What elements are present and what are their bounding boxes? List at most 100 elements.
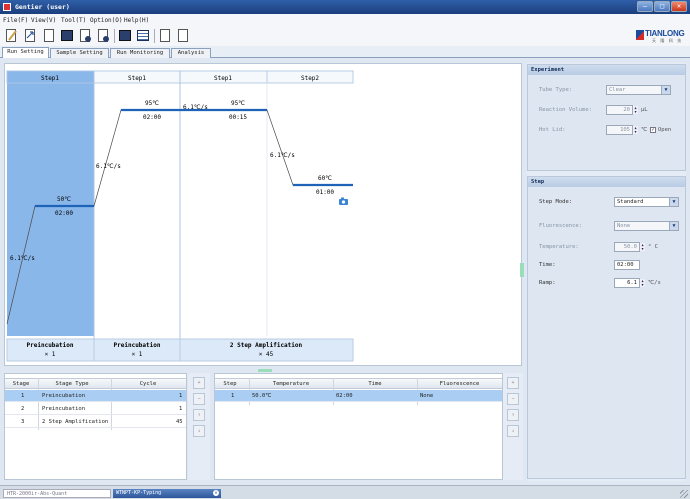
- menu-view[interactable]: View(V): [31, 17, 56, 24]
- ramp-input[interactable]: 6.1 ▲ ▼: [614, 278, 645, 288]
- new-file-button[interactable]: [4, 28, 18, 43]
- step-time-label: 02:00: [143, 114, 161, 121]
- fluorescence-label: Fluorescence:: [539, 223, 583, 229]
- move-step-up-button[interactable]: ↑: [507, 409, 519, 421]
- tab-run-setting[interactable]: Run Setting: [2, 47, 49, 58]
- move-stage-down-button[interactable]: ↓: [193, 425, 205, 437]
- report-icon: [160, 29, 170, 42]
- column-temperature[interactable]: Temperature: [249, 381, 333, 387]
- step-mode-value: Standard: [617, 199, 644, 205]
- hot-lid-input[interactable]: 105 ▲ ▼: [606, 125, 638, 135]
- cell-stage-type: Preincubation: [42, 406, 86, 412]
- table-row[interactable]: 2 Preincubation 1: [5, 403, 186, 415]
- tab-analysis[interactable]: Analysis: [171, 48, 211, 58]
- import-button[interactable]: [96, 28, 110, 43]
- brand-logo: TIANLONG 天 隆 科 技: [636, 27, 688, 45]
- column-time[interactable]: Time: [333, 381, 417, 387]
- step-temp-label: 95℃: [145, 100, 159, 107]
- toolbar: [0, 26, 690, 46]
- menu-file[interactable]: File(F): [3, 17, 28, 24]
- stage-cycles: × 1: [45, 351, 56, 358]
- temperature-input[interactable]: 50.0 ▲ ▼: [614, 242, 645, 252]
- spinner-icon[interactable]: ▲ ▼: [633, 126, 638, 134]
- fluorescence-select[interactable]: None ▼: [614, 221, 679, 231]
- spinner-icon[interactable]: ▲ ▼: [633, 106, 638, 114]
- save-as-button[interactable]: [42, 28, 56, 43]
- cell-temperature: 50.0℃: [252, 393, 272, 399]
- menu-tool[interactable]: Tool(T): [61, 17, 86, 24]
- cell-stage-type: 2 Step Amplification: [42, 419, 109, 425]
- hot-lid-unit: ℃: [641, 127, 648, 133]
- experiment-title: Experiment: [528, 65, 685, 75]
- table-row[interactable]: 3 2 Step Amplification 45: [5, 416, 186, 428]
- spinner-icon[interactable]: ▲ ▼: [640, 279, 645, 287]
- close-button[interactable]: ✕: [671, 1, 687, 12]
- table-row[interactable]: 1 Preincubation 1: [5, 390, 186, 402]
- open-checkbox[interactable]: ✓: [650, 127, 656, 133]
- add-step-button[interactable]: +: [507, 377, 519, 389]
- step-table-buttons: + − ↑ ↓: [503, 373, 523, 480]
- save-button[interactable]: [60, 28, 74, 43]
- horizontal-splitter[interactable]: [258, 369, 272, 372]
- time-input[interactable]: 02:00: [614, 260, 640, 270]
- add-stage-button[interactable]: +: [193, 377, 205, 389]
- menu-option[interactable]: Option(O): [90, 17, 123, 24]
- move-step-down-button[interactable]: ↓: [507, 425, 519, 437]
- experiment-section: Experiment Tube Type: Clear ▼ Reaction V…: [527, 64, 686, 171]
- stage-name: 2 Step Amplification: [230, 342, 303, 349]
- tab-sample-setting[interactable]: Sample Setting: [50, 48, 109, 58]
- table-row[interactable]: 1 50.0℃ 02:00 None: [215, 390, 502, 402]
- reaction-volume-unit: μL: [641, 107, 648, 113]
- column-cycle[interactable]: Cycle: [111, 381, 185, 387]
- plate-view-button[interactable]: [118, 28, 132, 43]
- column-step[interactable]: Step: [217, 381, 243, 387]
- column-fluorescence[interactable]: Fluorescence: [417, 381, 502, 387]
- resize-grip[interactable]: [680, 490, 688, 498]
- reaction-volume-label: Reaction Volume:: [539, 107, 592, 113]
- protocol-diagram: Step1 Step1 Step1 Step2 50℃ 02:00 6.1℃/s…: [6, 70, 354, 362]
- spinner-icon[interactable]: ▲ ▼: [640, 243, 645, 251]
- experiment-tab-typing[interactable]: WTNPT-KP-Typing ✕: [113, 489, 221, 498]
- camera-icon[interactable]: [339, 197, 348, 206]
- tube-type-value: Clear: [609, 87, 626, 93]
- logo-text: TIANLONG: [645, 29, 685, 38]
- ramp-label: Ramp:: [539, 280, 556, 286]
- selected-step-area[interactable]: [7, 71, 94, 336]
- experiment-tab-abs-quant[interactable]: HTR-2000ir-Abs-Quant: [3, 489, 111, 498]
- stage-table-header: Stage Stage Type Cycle: [5, 378, 186, 389]
- close-icon[interactable]: ✕: [213, 490, 219, 496]
- ramp-value: 6.1: [627, 280, 637, 286]
- export-button[interactable]: [78, 28, 92, 43]
- maximize-button[interactable]: □: [654, 1, 670, 12]
- column-stage-type[interactable]: Stage Type: [37, 381, 107, 387]
- cell-stage: 1: [21, 393, 25, 399]
- remove-step-button[interactable]: −: [507, 393, 519, 405]
- menu-bar: File(F) View(V) Tool(T) Option(O) Help(H…: [0, 14, 690, 26]
- menu-help[interactable]: Help(H): [124, 17, 149, 24]
- tube-type-select[interactable]: Clear ▼: [606, 85, 671, 95]
- print-button[interactable]: [176, 28, 190, 43]
- vertical-splitter[interactable]: [520, 263, 524, 277]
- ramp-rate-label: 6.1℃/s: [270, 152, 295, 159]
- column-stage[interactable]: Stage: [9, 381, 33, 387]
- ramp-rate-label: 6.1℃/s: [10, 255, 35, 262]
- arrow-icon: [26, 31, 34, 39]
- minimize-button[interactable]: —: [637, 1, 653, 12]
- fluorescence-value: None: [617, 223, 631, 229]
- reaction-volume-input[interactable]: 20 ▲ ▼: [606, 105, 638, 115]
- table-view-button[interactable]: [136, 28, 150, 43]
- remove-stage-button[interactable]: −: [193, 393, 205, 405]
- step-table-header: Step Temperature Time Fluorescence: [215, 378, 502, 389]
- step-header-label: Step1: [128, 75, 146, 82]
- temperature-value: 50.0: [623, 244, 637, 250]
- step-header-label: Step1: [214, 75, 232, 82]
- move-stage-up-button[interactable]: ↑: [193, 409, 205, 421]
- step-mode-select[interactable]: Standard ▼: [614, 197, 679, 207]
- save-icon: [61, 30, 73, 41]
- open-file-button[interactable]: [23, 28, 37, 43]
- temperature-label: Temperature:: [539, 244, 579, 250]
- hot-lid-label: Hot Lid:: [539, 127, 566, 133]
- report-button[interactable]: [158, 28, 172, 43]
- logo-subtext: 天 隆 科 技: [652, 38, 683, 43]
- tab-run-monitoring[interactable]: Run Monitoring: [110, 48, 170, 58]
